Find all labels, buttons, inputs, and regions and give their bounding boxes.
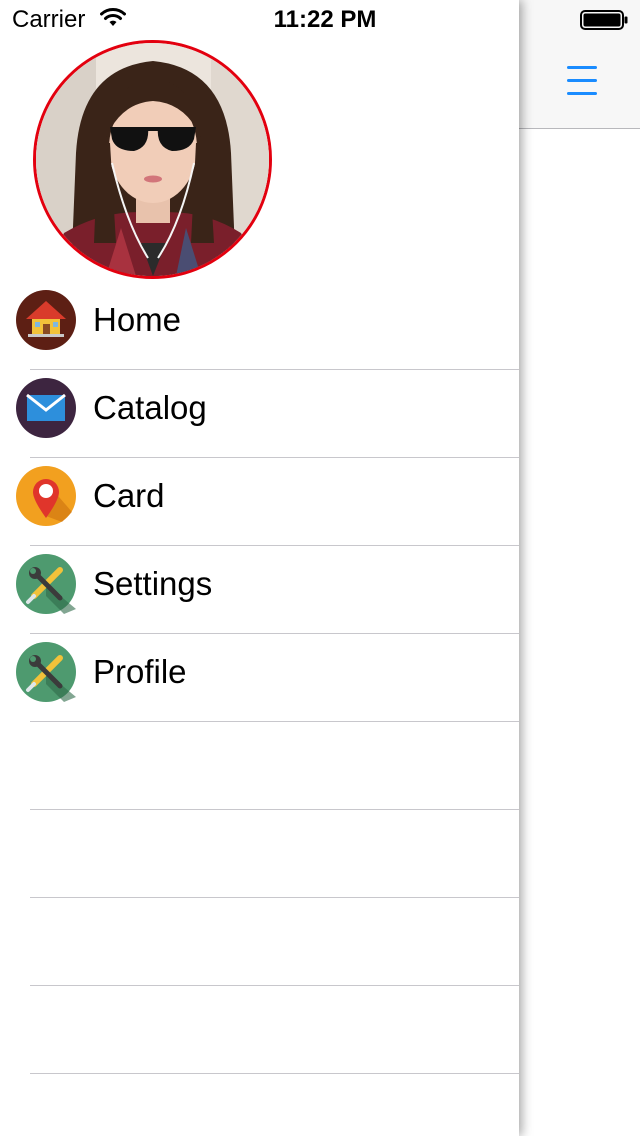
status-time: 11:22 PM: [273, 6, 377, 33]
menu-item-label: Catalog: [93, 389, 207, 426]
empty-row: [0, 810, 519, 898]
hamburger-menu-icon: [567, 66, 597, 69]
wrench-screwdriver-icon: [16, 554, 76, 614]
map-pin-icon: [16, 466, 76, 526]
empty-row: [0, 898, 519, 986]
menu-item-label: Card: [93, 477, 165, 514]
menu-item-settings[interactable]: Settings: [0, 546, 519, 634]
drawer-menu-list: Home Catalog Card Settings Profile: [0, 282, 519, 1074]
menu-item-label: Settings: [93, 565, 213, 602]
menu-item-label: Profile: [93, 653, 187, 690]
side-drawer: Home Catalog Card Settings Profile: [0, 0, 519, 1136]
menu-item-card[interactable]: Card: [0, 458, 519, 546]
empty-row: [0, 722, 519, 810]
hamburger-menu-button[interactable]: [565, 62, 599, 98]
menu-item-home[interactable]: Home: [0, 282, 519, 370]
menu-item-catalog[interactable]: Catalog: [0, 370, 519, 458]
menu-item-profile[interactable]: Profile: [0, 634, 519, 722]
empty-row: [0, 986, 519, 1074]
wrench-screwdriver-icon: [16, 642, 76, 702]
house-icon: [16, 290, 76, 350]
screen: Carrier 11:22 PM Home Catalog Card Setti…: [0, 0, 640, 1136]
profile-avatar[interactable]: [33, 40, 272, 279]
main-content-panel: [519, 0, 640, 1136]
profile-photo: [36, 43, 269, 276]
status-bar: Carrier 11:22 PM: [0, 0, 640, 40]
battery-icon: [580, 10, 628, 30]
envelope-icon: [16, 378, 76, 438]
menu-item-label: Home: [93, 301, 182, 338]
